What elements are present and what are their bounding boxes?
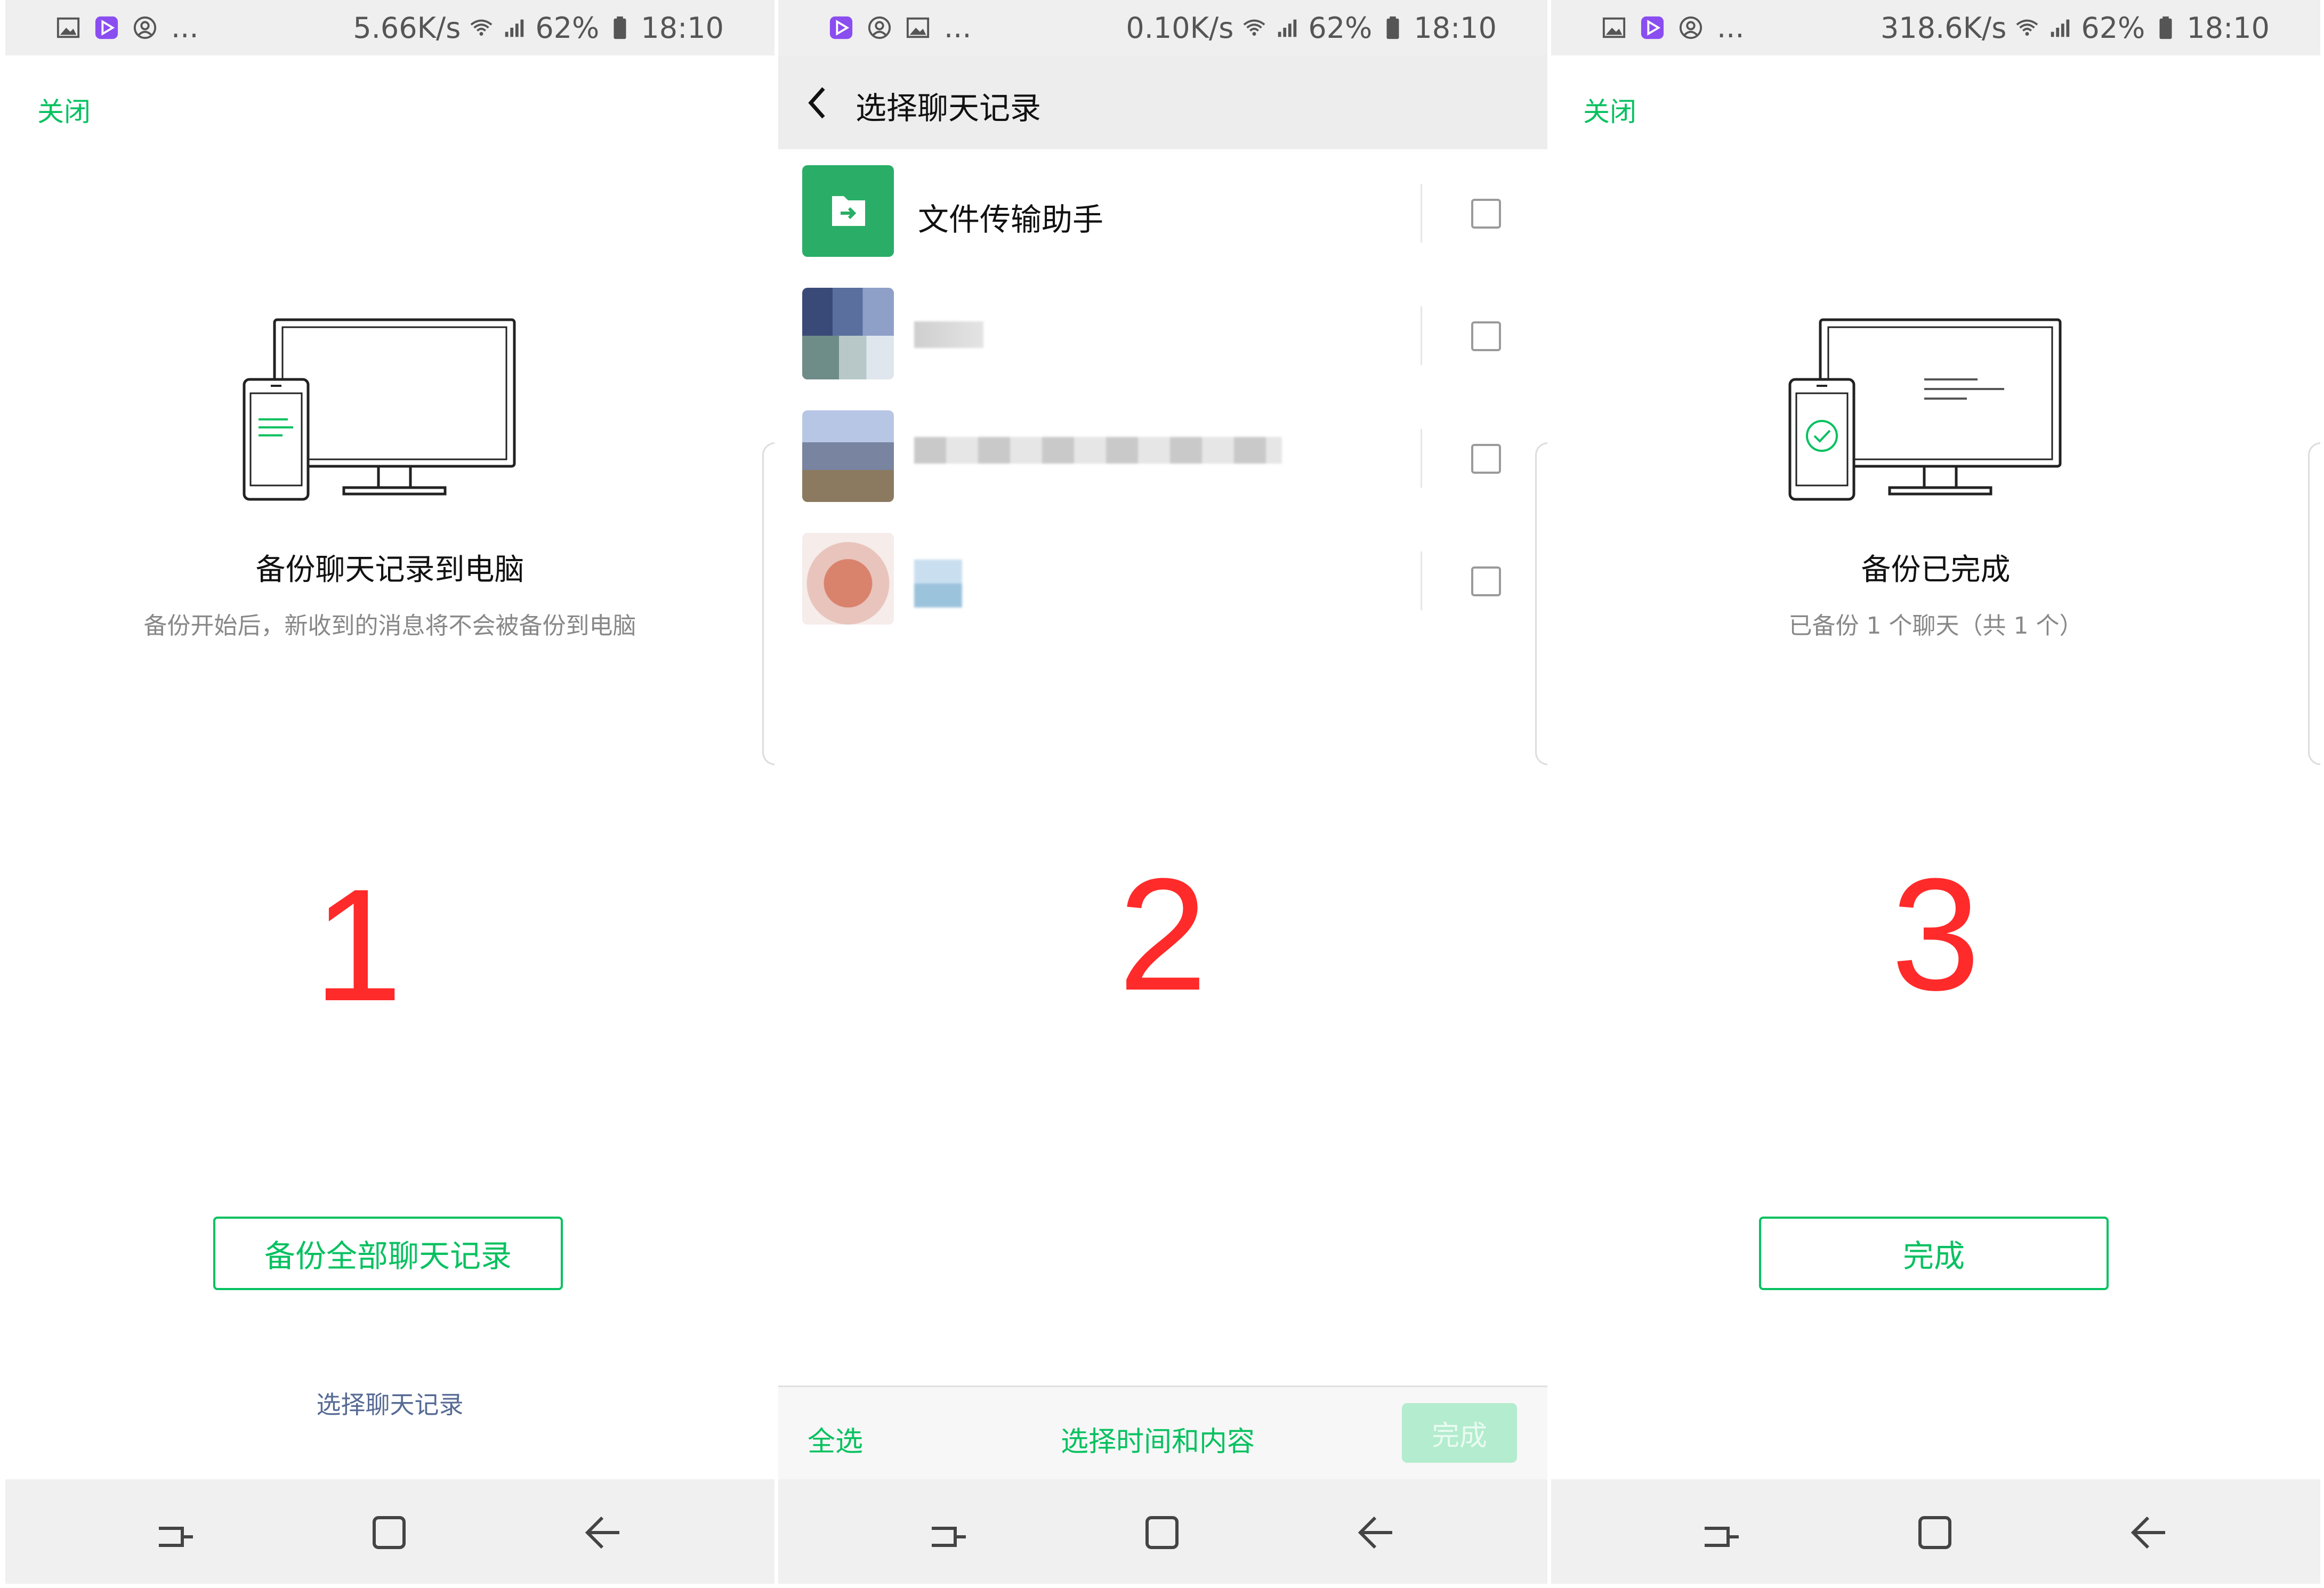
battery-percent: 62% xyxy=(2081,11,2145,45)
phone-to-monitor-illustration xyxy=(243,318,516,501)
folder-icon xyxy=(832,196,865,226)
chat-checkbox[interactable] xyxy=(1471,566,1501,596)
more-notifications: ... xyxy=(944,11,972,44)
chat-row[interactable] xyxy=(778,397,1547,518)
top-bar: 选择聊天记录 xyxy=(778,55,1547,149)
battery-icon xyxy=(2159,16,2172,39)
edge-panel-handle[interactable] xyxy=(762,442,774,765)
video-app-icon xyxy=(1641,16,1664,39)
chat-row[interactable]: 文件传输助手 xyxy=(778,152,1547,273)
back-icon[interactable] xyxy=(2127,1511,2169,1554)
network-speed: 0.10K/s xyxy=(1126,11,1234,45)
gallery-icon xyxy=(1602,17,1626,38)
navigation-bar xyxy=(5,1479,774,1584)
recent-apps-icon[interactable] xyxy=(155,1511,197,1554)
more-notifications: ... xyxy=(171,11,199,44)
page-title: 备份聊天记录到电脑 xyxy=(255,553,524,587)
signal-icon xyxy=(2051,19,2070,37)
step-number: 1 xyxy=(313,855,402,1034)
recent-apps-icon[interactable] xyxy=(927,1511,970,1554)
home-icon[interactable] xyxy=(1914,1511,1956,1554)
divider xyxy=(1421,306,1422,365)
page-title: 备份已完成 xyxy=(1861,553,2011,587)
battery-percent: 62% xyxy=(1308,11,1373,45)
wifi-icon xyxy=(2016,19,2038,36)
chat-name: 文件传输助手 xyxy=(918,201,1104,238)
screen-select-chats: ... 0.10K/s 62% 18:10 选择聊天记录 文件传输助手 2 全选… xyxy=(778,0,1547,1584)
chat-row[interactable] xyxy=(778,274,1547,396)
battery-percent: 62% xyxy=(535,11,600,45)
page-subtitle: 已备份 1 个聊天（共 1 个） xyxy=(1788,612,2083,639)
network-speed: 318.6K/s xyxy=(1881,11,2007,45)
navigation-bar xyxy=(778,1479,1547,1584)
chat-checkbox[interactable] xyxy=(1471,321,1501,351)
home-icon[interactable] xyxy=(368,1511,410,1554)
chat-checkbox[interactable] xyxy=(1471,444,1501,474)
avatar xyxy=(802,288,894,379)
chat-row[interactable] xyxy=(778,520,1547,641)
screen-backup-to-pc: ... 5.66K/s 62% 18:10 关闭 备份聊天记录到电脑 备份开始后… xyxy=(5,0,774,1584)
page-subtitle: 备份开始后，新收到的消息将不会被备份到电脑 xyxy=(143,612,636,639)
recent-apps-icon[interactable] xyxy=(1700,1511,1743,1554)
network-speed: 5.66K/s xyxy=(353,11,461,45)
close-button[interactable]: 关闭 xyxy=(1583,91,1636,129)
step-number: 3 xyxy=(1891,845,1980,1024)
edge-panel-handle[interactable] xyxy=(1535,442,1547,765)
back-icon[interactable] xyxy=(1354,1511,1397,1554)
redacted-name xyxy=(914,560,962,607)
battery-icon xyxy=(614,16,626,39)
battery-icon xyxy=(1386,16,1399,39)
wifi-icon xyxy=(470,19,493,36)
signal-icon xyxy=(1278,19,1297,37)
home-icon[interactable] xyxy=(1141,1511,1183,1554)
status-bar: ... 5.66K/s 62% 18:10 xyxy=(5,0,774,55)
account-icon xyxy=(1679,16,1702,39)
edge-panel-handle[interactable] xyxy=(2308,442,2320,765)
signal-icon xyxy=(505,19,524,37)
divider xyxy=(1421,429,1422,488)
avatar xyxy=(802,533,894,625)
status-bar: ... 0.10K/s 62% 18:10 xyxy=(778,0,1547,55)
close-button[interactable]: 关闭 xyxy=(37,91,91,129)
step-number: 2 xyxy=(1118,845,1207,1024)
back-icon[interactable] xyxy=(581,1511,624,1554)
account-icon xyxy=(133,16,157,39)
avatar xyxy=(802,410,894,502)
wifi-icon xyxy=(1243,19,1265,36)
gallery-icon xyxy=(57,17,80,38)
bottom-toolbar: 全选 选择时间和内容 完成 xyxy=(778,1386,1547,1479)
status-bar: ... 318.6K/s 62% 18:10 xyxy=(1551,0,2320,55)
select-chats-link[interactable]: 选择聊天记录 xyxy=(5,1386,774,1421)
account-icon xyxy=(868,16,891,39)
screen-backup-complete: ... 318.6K/s 62% 18:10 关闭 备份已完成 已备份 1 个聊… xyxy=(1551,0,2320,1584)
more-notifications: ... xyxy=(1717,11,1745,44)
backup-all-button[interactable]: 备份全部聊天记录 xyxy=(213,1217,563,1290)
clock: 18:10 xyxy=(641,11,724,45)
file-transfer-avatar xyxy=(802,165,894,257)
video-app-icon xyxy=(95,16,118,39)
divider xyxy=(1421,552,1422,610)
select-all-button[interactable]: 全选 xyxy=(808,1419,863,1459)
divider xyxy=(1421,184,1422,242)
clock: 18:10 xyxy=(1414,11,1497,45)
clock: 18:10 xyxy=(2186,11,2270,45)
chat-checkbox[interactable] xyxy=(1471,199,1501,229)
back-arrow-icon[interactable] xyxy=(802,84,834,121)
done-button[interactable]: 完成 xyxy=(1759,1217,2109,1290)
video-app-icon xyxy=(829,16,853,39)
done-button[interactable]: 完成 xyxy=(1402,1403,1517,1463)
redacted-name xyxy=(914,437,1282,464)
select-time-content-button[interactable]: 选择时间和内容 xyxy=(1061,1419,1255,1459)
backup-complete-illustration xyxy=(1788,318,2062,501)
gallery-icon xyxy=(906,17,930,38)
navigation-bar xyxy=(1551,1479,2320,1584)
page-title: 选择聊天记录 xyxy=(856,90,1042,126)
redacted-name xyxy=(914,321,983,348)
